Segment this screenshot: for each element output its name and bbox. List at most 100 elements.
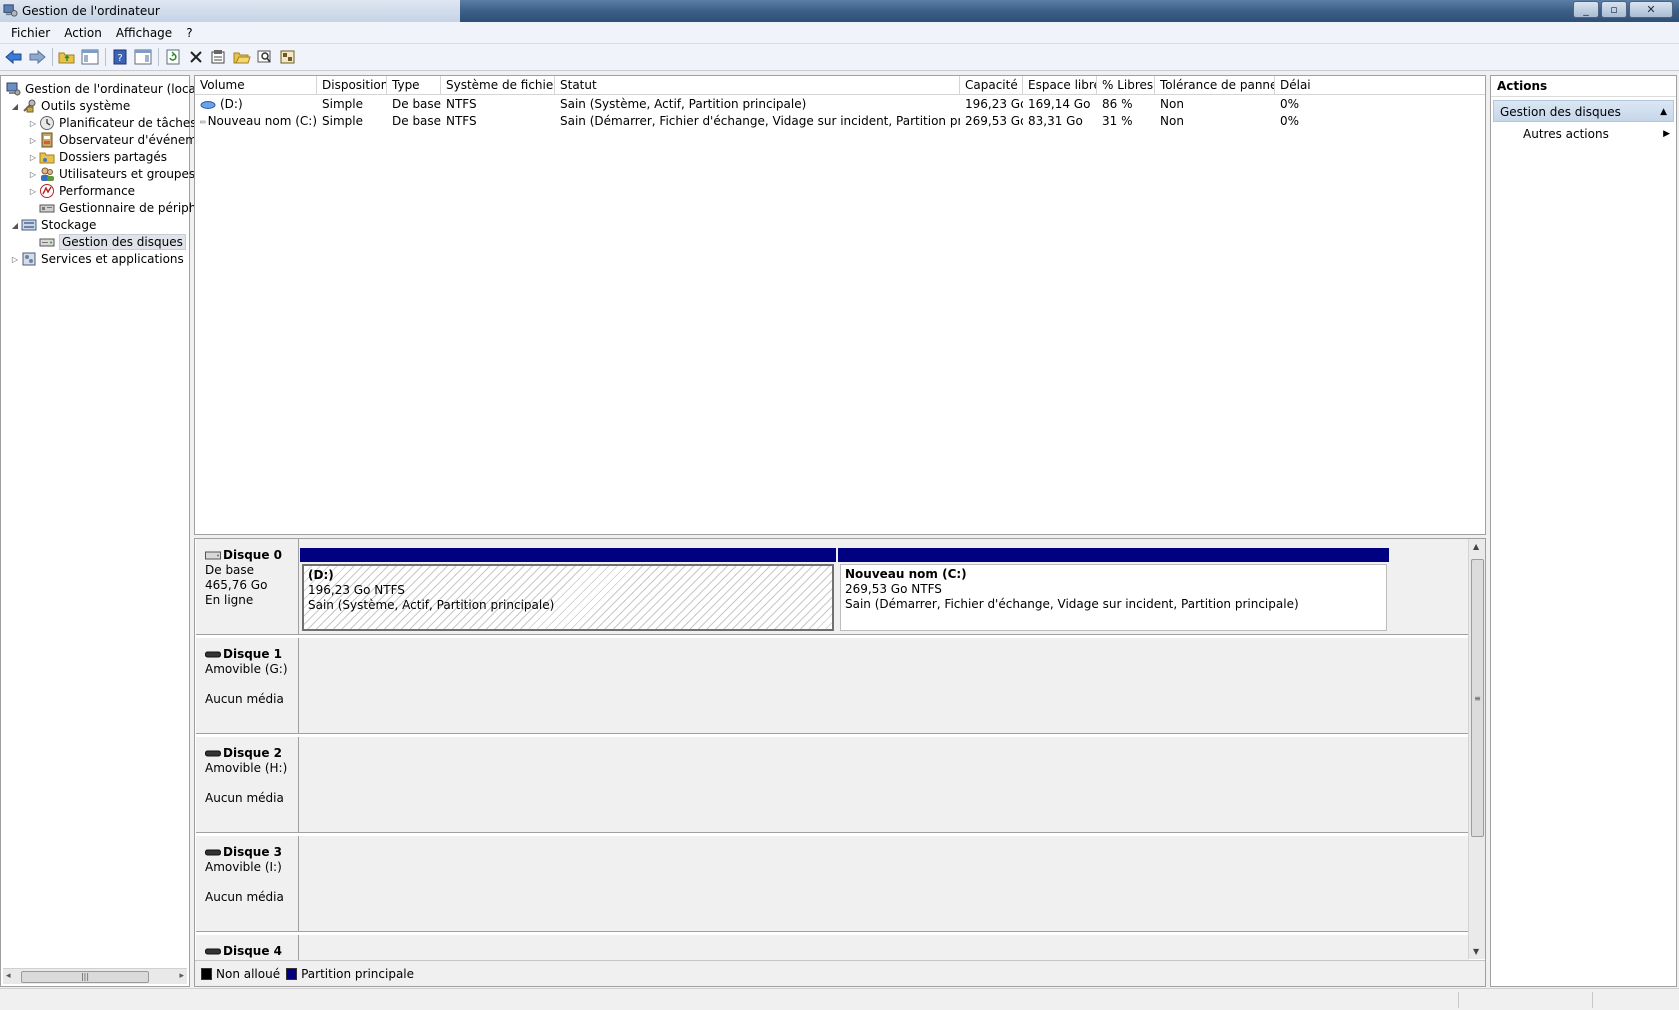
expand-icon[interactable]: ▷ (27, 187, 39, 196)
partition-bar (300, 548, 836, 562)
column-header-capacity[interactable]: Capacité (960, 76, 1023, 95)
tree-item-task-scheduler[interactable]: ▷ Planificateur de tâches (27, 114, 197, 132)
partition-d[interactable]: (D:) 196,23 Go NTFS Sain (Système, Actif… (300, 548, 836, 635)
close-button[interactable]: ✕ (1629, 1, 1673, 18)
tree-item-disk-management[interactable]: Gestion des disques (27, 233, 186, 251)
collapse-up-icon[interactable]: ▲ (1660, 101, 1667, 123)
column-header-filesystem[interactable]: Système de fichiers (441, 76, 555, 95)
menu-help[interactable]: ? (179, 26, 199, 40)
expand-icon[interactable]: ▷ (27, 136, 39, 145)
collapse-icon[interactable]: ◢ (9, 221, 21, 230)
search-icon[interactable] (255, 47, 275, 67)
tree-item-label: Observateur d'événeme (59, 133, 205, 147)
volume-disposition: Simple (322, 114, 363, 128)
menu-action[interactable]: Action (57, 26, 109, 40)
disk-view-vertical-scrollbar[interactable]: ▲ ≡ ▼ (1468, 539, 1485, 959)
partition-name: (D:) (308, 568, 334, 582)
actions-section-disk-management[interactable]: Gestion des disques ▲ (1493, 100, 1674, 122)
volume-free-space: 169,14 Go (1028, 97, 1091, 111)
tree-item-performance[interactable]: ▷ Performance (27, 182, 135, 200)
menu-affichage[interactable]: Affichage (109, 26, 179, 40)
show-hide-tree-icon[interactable] (80, 47, 100, 67)
volume-fault-tolerance: Non (1160, 97, 1184, 111)
tree-item-label: Performance (59, 184, 136, 198)
disk-size (205, 677, 298, 692)
restore-button[interactable]: ▫ (1601, 1, 1627, 18)
properties-icon[interactable] (209, 47, 229, 67)
show-hide-action-pane-icon[interactable] (133, 47, 153, 67)
disk-row: Disque 3 Amovible (I:) Aucun média (195, 836, 1469, 933)
disk-row: Disque 2 Amovible (H:) Aucun média (195, 737, 1469, 834)
column-header-type[interactable]: Type (387, 76, 441, 95)
tree-item-local-users-groups[interactable]: ▷ Utilisateurs et groupes l (27, 165, 202, 183)
disk-name: Disque 4 (223, 944, 283, 958)
tree-item-computer-management[interactable]: Gestion de l'ordinateur (local) (5, 80, 204, 98)
tree-item-label: Gestion de l'ordinateur (local) (25, 82, 204, 96)
disk-size: 465,76 Go (205, 578, 268, 592)
disk-info[interactable]: Disque 3 Amovible (I:) Aucun média (196, 836, 299, 932)
actions-header: Actions (1491, 76, 1676, 97)
collapse-icon[interactable]: ◢ (9, 102, 21, 111)
column-header-overhead[interactable]: Délai (1275, 76, 1487, 95)
volume-percent-free: 86 % (1102, 97, 1133, 111)
open-icon[interactable] (232, 47, 252, 67)
volume-status: Sain (Démarrer, Fichier d'échange, Vidag… (560, 114, 960, 128)
partition-c[interactable]: Nouveau nom (C:) 269,53 Go NTFS Sain (Dé… (838, 548, 1389, 635)
menu-fichier[interactable]: Fichier (4, 26, 57, 40)
disk-info[interactable]: Disque 2 Amovible (H:) Aucun média (196, 737, 299, 833)
console-icon[interactable] (278, 47, 298, 67)
partition-size: 269,53 Go NTFS (845, 582, 942, 596)
expand-icon[interactable]: ▷ (27, 119, 39, 128)
column-header-fault-tolerance[interactable]: Tolérance de pannes (1155, 76, 1275, 95)
up-folder-icon[interactable] (57, 47, 77, 67)
action-more-actions[interactable]: Autres actions ▶ (1491, 122, 1676, 146)
partition-name: Nouveau nom (C:) (845, 567, 967, 581)
column-header-status[interactable]: Statut (555, 76, 960, 95)
scrollbar-thumb[interactable]: ||| (21, 971, 149, 983)
scroll-left-icon[interactable]: ◂ (6, 971, 11, 981)
tree-item-event-viewer[interactable]: ▷ Observateur d'événeme (27, 131, 204, 149)
refresh-icon[interactable] (163, 47, 183, 67)
column-header-disposition[interactable]: Disposition (317, 76, 387, 95)
tree-item-system-tools[interactable]: ◢ Outils système (9, 97, 130, 115)
status-divider (1592, 992, 1593, 1008)
status-bar (0, 988, 1679, 1010)
removable-disk-icon (205, 849, 221, 856)
expand-icon[interactable]: ▷ (27, 153, 39, 162)
disk-info[interactable]: Disque 1 Amovible (G:) Aucun média (196, 638, 299, 734)
back-arrow-icon[interactable] (4, 47, 24, 67)
disk-row: Disque 0 De base 465,76 Go En ligne (D:)… (195, 539, 1469, 636)
tree-item-storage[interactable]: ◢ Stockage (9, 216, 96, 234)
column-header-percent-free[interactable]: % Libres (1097, 76, 1155, 95)
window-controls: _ ▫ ✕ (1571, 1, 1673, 19)
column-header-free-space[interactable]: Espace libre (1023, 76, 1097, 95)
status-divider (1458, 992, 1459, 1008)
services-icon (22, 252, 36, 266)
event-viewer-icon (41, 132, 53, 148)
volume-percent-free: 31 % (1102, 114, 1133, 128)
forward-arrow-icon[interactable] (27, 47, 47, 67)
tree-horizontal-scrollbar[interactable]: ◂ ||| ▸ (3, 968, 187, 984)
disk-graphical-view: Disque 0 De base 465,76 Go En ligne (D:)… (194, 538, 1486, 987)
tree-item-services-applications[interactable]: ▷ Services et applications (9, 250, 184, 268)
delete-icon[interactable] (186, 47, 206, 67)
volume-fault-tolerance: Non (1160, 114, 1184, 128)
table-row[interactable]: (D:) Simple De base NTFS Sain (Système, … (195, 96, 1485, 113)
scroll-right-icon[interactable]: ▸ (179, 971, 184, 981)
expand-icon[interactable]: ▷ (27, 170, 39, 179)
disk-info[interactable]: Disque 0 De base 465,76 Go En ligne (196, 539, 299, 635)
tree-item-label: Services et applications (41, 252, 184, 266)
tree-item-device-manager[interactable]: Gestionnaire de périphé (27, 199, 204, 217)
column-header-volume[interactable]: Volume (195, 76, 317, 95)
partition-details[interactable]: Nouveau nom (C:) 269,53 Go NTFS Sain (Dé… (840, 564, 1387, 631)
tree-item-shared-folders[interactable]: ▷ Dossiers partagés (27, 148, 167, 166)
table-row[interactable]: Nouveau nom (C:) Simple De base NTFS Sai… (195, 113, 1485, 130)
expand-icon[interactable]: ▷ (9, 255, 21, 264)
partition-details[interactable]: (D:) 196,23 Go NTFS Sain (Système, Actif… (302, 564, 834, 631)
scroll-down-icon[interactable]: ▼ (1473, 947, 1479, 956)
minimize-button[interactable]: _ (1573, 1, 1599, 18)
help-icon[interactable]: ? (110, 47, 130, 67)
partition-status: Sain (Système, Actif, Partition principa… (308, 598, 555, 612)
scrollbar-thumb[interactable]: ≡ (1471, 559, 1484, 837)
scroll-up-icon[interactable]: ▲ (1473, 542, 1479, 551)
